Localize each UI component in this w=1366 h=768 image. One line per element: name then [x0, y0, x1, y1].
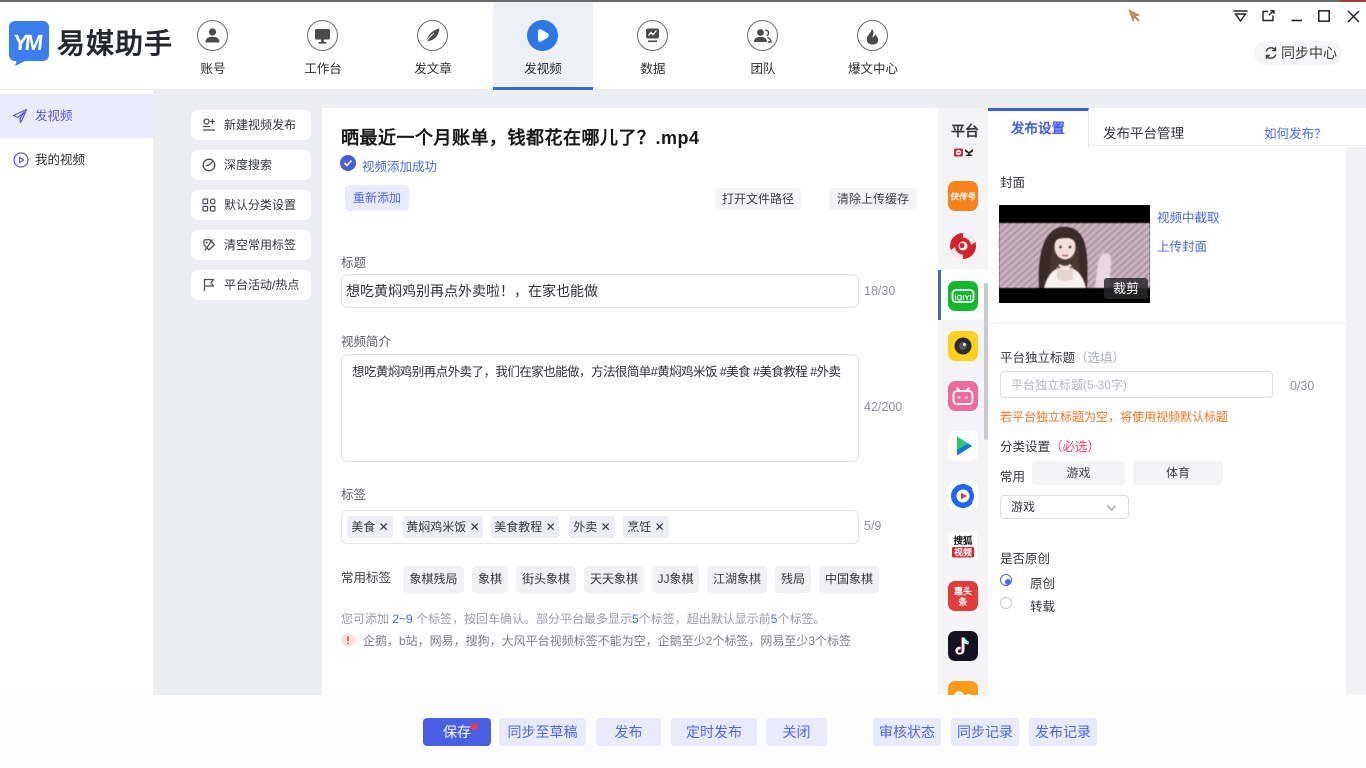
svg-text:惠头: 惠头 [954, 586, 972, 597]
svg-text:视频: 视频 [954, 547, 972, 558]
svg-text:搜狐: 搜狐 [953, 535, 973, 547]
svg-text:iQIYI: iQIYI [954, 293, 971, 302]
svg-text:YM: YM [12, 30, 43, 55]
svg-text:快传号: 快传号 [950, 191, 977, 202]
svg-text:条: 条 [957, 596, 968, 607]
